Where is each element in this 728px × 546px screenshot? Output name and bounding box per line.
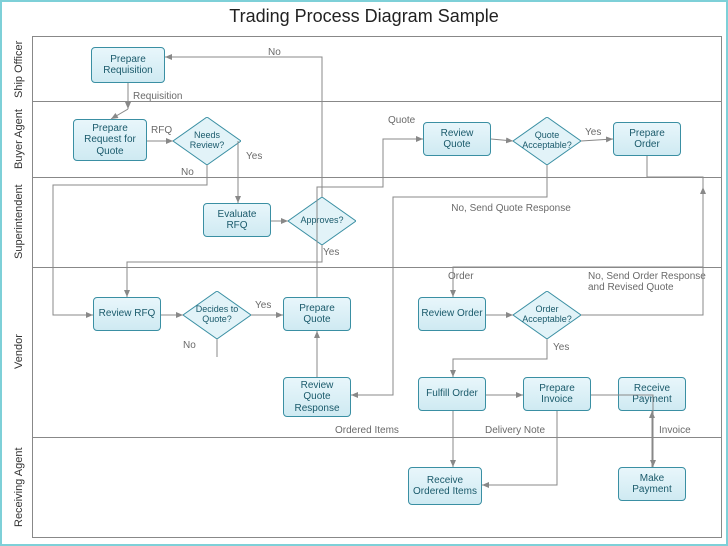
dec-quote-acceptable: Quote Acceptable?	[513, 117, 581, 165]
lane-superintendent: Superintendent	[13, 177, 31, 267]
lane-receiving-agent: Receiving Agent	[13, 437, 31, 537]
lbl-no2: No	[181, 167, 194, 178]
box-receive-payment: Receive Payment	[618, 377, 686, 411]
lane-divider	[33, 437, 721, 438]
lane-divider	[33, 267, 721, 268]
diagram-title: Trading Process Diagram Sample	[2, 6, 726, 27]
lbl-no-send-order: No, Send Order Response and Revised Quot…	[588, 271, 718, 293]
diagram-frame: Trading Process Diagram Sample Ship Offi…	[0, 0, 728, 546]
box-review-rfq: Review RFQ	[93, 297, 161, 331]
dec-approves: Approves?	[288, 197, 356, 245]
box-fulfill-order: Fulfill Order	[418, 377, 486, 411]
box-prepare-requisition: Prepare Requisition	[91, 47, 165, 83]
dec-order-acceptable: Order Acceptable?	[513, 291, 581, 339]
swimlane-container: Ship Officer Buyer Agent Superintendent …	[32, 36, 722, 538]
lane-vendor: Vendor	[13, 267, 31, 437]
dec-needs-review: Needs Review?	[173, 117, 241, 165]
box-receive-ordered-items: Receive Ordered Items	[408, 467, 482, 505]
box-prepare-rfq: Prepare Request for Quote	[73, 119, 147, 161]
lbl-yes5: Yes	[553, 342, 569, 353]
lane-ship-officer: Ship Officer	[13, 37, 31, 101]
lbl-delivery-note: Delivery Note	[485, 425, 545, 436]
lbl-no1: No	[268, 47, 281, 58]
box-prepare-invoice: Prepare Invoice	[523, 377, 591, 411]
lbl-requisition: Requisition	[133, 91, 182, 102]
lbl-no-send-quote: No, Send Quote Response	[441, 203, 581, 214]
box-review-order: Review Order	[418, 297, 486, 331]
lbl-yes1: Yes	[246, 151, 262, 162]
box-prepare-quote: Prepare Quote	[283, 297, 351, 331]
box-prepare-order: Prepare Order	[613, 122, 681, 156]
lbl-no3: No	[183, 340, 196, 351]
lane-buyer-agent: Buyer Agent	[13, 101, 31, 177]
lbl-rfq: RFQ	[151, 125, 172, 136]
lbl-order: Order	[448, 271, 474, 282]
lane-divider	[33, 177, 721, 178]
lbl-ordered-items: Ordered Items	[335, 425, 399, 436]
lbl-yes2: Yes	[323, 247, 339, 258]
lbl-invoice: Invoice	[659, 425, 691, 436]
lbl-yes3: Yes	[255, 300, 271, 311]
lbl-quote: Quote	[388, 115, 415, 126]
box-make-payment: Make Payment	[618, 467, 686, 501]
box-evaluate-rfq: Evaluate RFQ	[203, 203, 271, 237]
lbl-yes4: Yes	[585, 127, 601, 138]
dec-decides-to-quote: Decides to Quote?	[183, 291, 251, 339]
box-review-quote: Review Quote	[423, 122, 491, 156]
box-review-quote-response: Review Quote Response	[283, 377, 351, 417]
